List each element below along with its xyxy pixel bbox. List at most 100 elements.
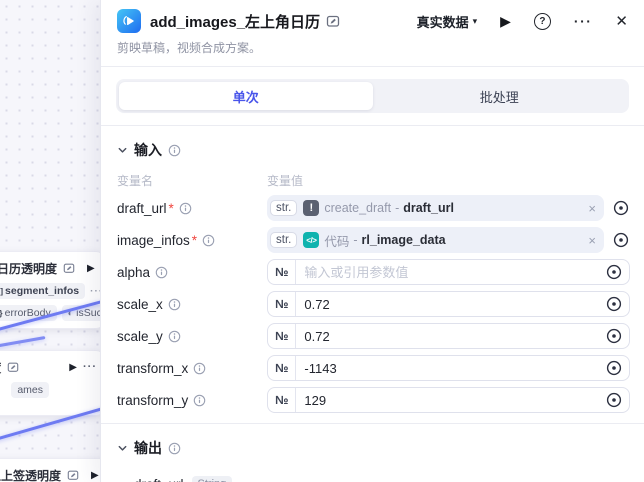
run-node-button[interactable]: ▶ (500, 13, 511, 30)
number-input-box: № (267, 291, 630, 317)
info-icon[interactable] (168, 442, 181, 455)
info-icon[interactable] (202, 234, 215, 247)
rename-icon[interactable] (67, 469, 79, 481)
data-mode-label: 真实数据 (417, 12, 469, 31)
output-row-draft-url: draft_url String (101, 462, 644, 482)
node-title: 上上签透明度 (0, 467, 61, 482)
param-name: transform_y (117, 393, 188, 408)
number-input-box: № (267, 259, 630, 285)
chevron-down-icon[interactable] (117, 443, 128, 454)
scale-y-input[interactable] (296, 329, 605, 344)
column-value: 变量值 (267, 172, 303, 189)
canvas-node-partial[interactable]: 度 ▶ ··· ames (0, 350, 101, 416)
type-chip: № (268, 356, 296, 380)
node-run-icon[interactable]: ▶ (69, 362, 77, 373)
rename-icon[interactable] (7, 361, 19, 373)
transform-y-input[interactable] (296, 393, 605, 408)
reference-picker-icon[interactable] (605, 391, 623, 409)
rename-icon[interactable] (326, 14, 340, 28)
node-title-fragment: 度 (0, 359, 1, 376)
number-input-box: № (267, 323, 630, 349)
param-name: alpha (117, 265, 150, 280)
info-icon[interactable] (193, 394, 206, 407)
chip-label: segment_infos (5, 285, 79, 297)
close-icon[interactable]: ✕ (615, 12, 628, 30)
panel-header: add_images_左上角日历 真实数据 ▾ ▶ ? ··· ✕ (101, 0, 644, 37)
section-title: 输出 (134, 438, 162, 458)
param-rows: draft_url * str. ! create_draft - draft_… (101, 195, 644, 413)
param-name: draft_url (117, 201, 167, 216)
node-run-icon[interactable]: ▶ (91, 470, 99, 481)
node-run-icon[interactable]: ▶ (87, 263, 95, 274)
type-chip: № (268, 388, 296, 412)
column-name: 变量名 (117, 172, 267, 189)
node-app-icon (117, 9, 141, 33)
output-chip-partial[interactable]: ames (11, 382, 49, 398)
node-more-icon[interactable]: ··· (83, 361, 97, 373)
workflow-editor-screen: 日历透明度 ▶ ··· [ ] segment_infos ··· {} err… (0, 0, 644, 482)
node-title: add_images_左上角日历 (150, 11, 320, 32)
more-menu-icon[interactable]: ··· (574, 13, 593, 29)
number-input-box: № (267, 387, 630, 413)
param-row-transform-y: transform_y № (117, 387, 630, 413)
reference-value-box[interactable]: str. ! create_draft - draft_url × (267, 195, 604, 221)
tab-batch[interactable]: 批处理 (373, 82, 627, 110)
ref-source: create_draft (324, 201, 391, 215)
connection-edge[interactable] (0, 336, 45, 348)
ref-field: rl_image_data (362, 233, 446, 247)
param-row-transform-x: transform_x № (117, 355, 630, 381)
param-name: scale_x (117, 297, 163, 312)
tab-single-run[interactable]: 单次 (119, 82, 373, 110)
info-icon[interactable] (179, 202, 192, 215)
info-icon[interactable] (168, 330, 181, 343)
param-table-header: 变量名 变量值 (101, 164, 644, 195)
output-type-badge: String (192, 476, 233, 482)
reference-value-box[interactable]: str. </> 代码 - rl_image_data × (267, 227, 604, 253)
clear-icon[interactable]: × (588, 233, 596, 248)
braces-icon: {} (0, 308, 2, 318)
param-name: transform_x (117, 361, 188, 376)
reference-picker-icon[interactable] (605, 295, 623, 313)
param-row-image-infos: image_infos * str. </> 代码 - rl_image_dat… (117, 227, 630, 253)
chip-label: ames (17, 384, 43, 396)
reference-picker-icon[interactable] (605, 359, 623, 377)
alpha-input[interactable] (296, 265, 605, 280)
param-row-scale-y: scale_y № (117, 323, 630, 349)
info-icon[interactable] (193, 362, 206, 375)
ref-field: draft_url (403, 201, 454, 215)
reference-picker-icon[interactable] (612, 199, 630, 217)
type-chip: № (268, 260, 296, 284)
output-name: draft_url (134, 477, 184, 482)
ref-separator: - (353, 233, 357, 247)
input-section-header[interactable]: 输入 (101, 126, 644, 164)
required-mark: * (192, 233, 197, 248)
info-icon[interactable] (168, 144, 181, 157)
exclamation-icon: ! (303, 200, 319, 216)
reference-picker-icon[interactable] (612, 231, 630, 249)
data-mode-dropdown[interactable]: 真实数据 ▾ (417, 12, 478, 31)
scale-x-input[interactable] (296, 297, 605, 312)
help-icon[interactable]: ? (534, 13, 551, 30)
canvas-node-sign-opacity[interactable]: 上上签透明度 ▶ ··· (0, 458, 101, 482)
info-icon[interactable] (168, 298, 181, 311)
output-chip-segment-infos[interactable]: [ ] segment_infos (0, 283, 85, 299)
rename-icon[interactable] (63, 262, 75, 274)
type-chip: № (268, 292, 296, 316)
reference-picker-icon[interactable] (605, 327, 623, 345)
output-section-header[interactable]: 输出 (101, 424, 644, 462)
reference-picker-icon[interactable] (605, 263, 623, 281)
canvas-node-calendar-opacity[interactable]: 日历透明度 ▶ ··· [ ] segment_infos ··· {} err… (0, 251, 101, 329)
code-icon: </> (303, 232, 319, 248)
param-row-alpha: alpha № (117, 259, 630, 285)
clear-icon[interactable]: × (588, 201, 596, 216)
param-row-scale-x: scale_x № (117, 291, 630, 317)
transform-x-input[interactable] (296, 361, 605, 376)
chevron-down-icon[interactable] (117, 145, 128, 156)
ref-source: 代码 (324, 231, 349, 250)
info-icon[interactable] (155, 266, 168, 279)
type-chip: str. (270, 200, 297, 216)
required-mark: * (169, 201, 174, 216)
ref-separator: - (395, 201, 399, 215)
workflow-canvas[interactable]: 日历透明度 ▶ ··· [ ] segment_infos ··· {} err… (0, 0, 101, 482)
param-name: image_infos (117, 233, 190, 248)
